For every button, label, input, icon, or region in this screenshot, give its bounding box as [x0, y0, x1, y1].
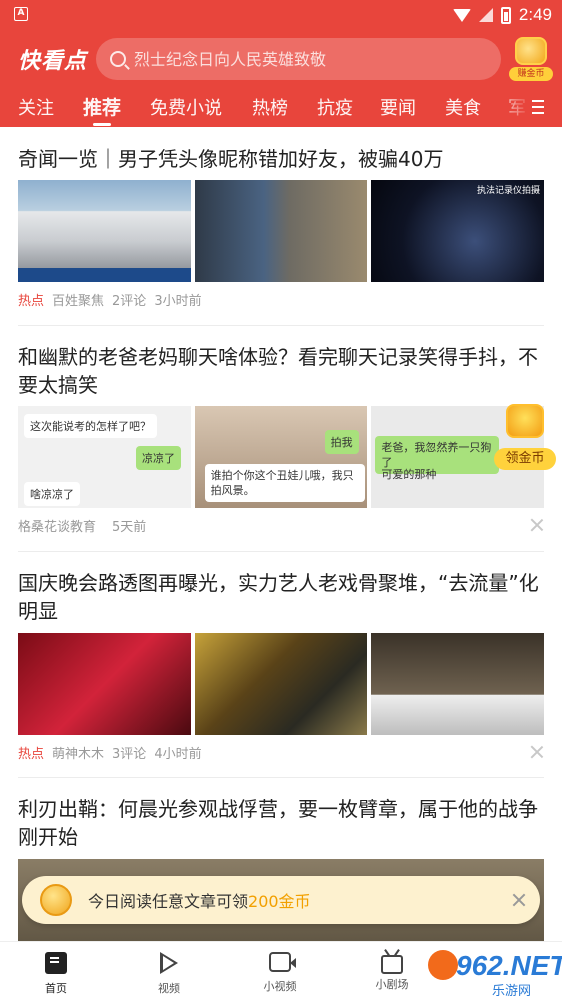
- chat-bubble: 拍我: [324, 430, 359, 454]
- publish-time: 5天前: [112, 519, 147, 535]
- floating-reward-label: 领金币: [494, 448, 556, 470]
- comment-count: 3评论: [112, 746, 147, 762]
- hot-tag: 热点: [18, 293, 45, 309]
- thumbnail-image: [18, 633, 191, 735]
- article-source: 格桑花谈教育: [18, 519, 97, 535]
- tab-news[interactable]: 要闻: [380, 94, 416, 120]
- watermark-text: 962.NET: [456, 950, 562, 981]
- home-icon: [45, 952, 67, 974]
- thumbnail-image: 拍我 谁拍个你这个丑娃儿哦，我只拍风景。: [194, 406, 368, 508]
- coin-chest-icon: [515, 37, 547, 65]
- tab-follow[interactable]: 关注: [18, 94, 54, 120]
- article-card[interactable]: 国庆晚会路透图再曝光，实力艺人老戏骨聚堆，“去流量”化明显 热点 萌神木木 3评…: [18, 569, 545, 762]
- thumbnail-image: [18, 180, 191, 282]
- channel-tabs: 关注 推荐 免费小说 热榜 抗疫 要闻 美食 军: [0, 90, 562, 127]
- thumbnail-image: [194, 633, 368, 735]
- tabs-fade: [496, 90, 532, 127]
- thumbnail-caption: 执法记录仪拍摄: [477, 186, 541, 196]
- article-thumbnails: 执法记录仪拍摄: [18, 180, 545, 282]
- chat-bubble: 可爱的那种: [381, 468, 437, 481]
- menu-icon[interactable]: [532, 99, 548, 115]
- article-card[interactable]: 和幽默的老爸老妈聊天啥体验？看完聊天记录笑得手抖，不要太搞笑 这次能说考的怎样了…: [18, 343, 545, 535]
- status-bar: A 2:49: [0, 0, 562, 30]
- article-thumbnails: 这次能说考的怎样了吧？ 凉凉了 啥凉凉了 拍我 谁拍个你这个丑娃儿哦，我只拍风景…: [18, 406, 545, 508]
- article-card[interactable]: 利刃出鞘：何晨光参观战俘营，要一枚臂章，属于他的战争刚开始: [18, 795, 544, 1000]
- article-thumbnails: [18, 633, 545, 735]
- nav-video[interactable]: 视频: [134, 948, 204, 998]
- status-icons: 2:49: [452, 4, 552, 26]
- tab-hot-list[interactable]: 热榜: [252, 94, 288, 120]
- article-meta: 格桑花谈教育 5天前: [18, 516, 147, 535]
- toast-text: 今日阅读任意文章可领200金币: [88, 888, 311, 912]
- tab-recommend[interactable]: 推荐: [83, 93, 121, 120]
- thumbnail-image: 这次能说考的怎样了吧？ 凉凉了 啥凉凉了: [18, 406, 191, 508]
- tab-free-novels[interactable]: 免费小说: [150, 94, 222, 120]
- status-time: 2:49: [518, 5, 552, 24]
- nav-label: 小剧场: [375, 978, 409, 991]
- article-meta: 热点 萌神木木 3评论 4小时前: [18, 743, 202, 762]
- watermark-subtext: 乐游网: [492, 984, 532, 999]
- header: A 2:49 快看点 赚金币 关注 推荐 免费小说 热榜 抗疫 要闻 美食 军: [0, 0, 562, 127]
- app-screen: A 2:49 快看点 赚金币 关注 推荐 免费小说 热榜 抗疫 要闻 美食 军: [0, 0, 562, 1000]
- coin-icon: [40, 884, 72, 916]
- small-video-icon: [269, 952, 296, 972]
- comment-count: 2评论: [112, 293, 147, 309]
- nav-small-video[interactable]: 小视频: [245, 948, 315, 998]
- earn-coins-button[interactable]: 赚金币: [509, 37, 553, 81]
- chat-bubble: 这次能说考的怎样了吧？: [24, 414, 157, 438]
- divider: [18, 777, 544, 778]
- tab-food[interactable]: 美食: [445, 94, 481, 120]
- article-title[interactable]: 利刃出鞘：何晨光参观战俘营，要一枚臂章，属于他的战争刚开始: [18, 795, 544, 851]
- nav-label: 首页: [45, 982, 67, 995]
- gold-chest-icon: [506, 404, 544, 438]
- article-title[interactable]: 奇闻一览｜男子凭头像昵称错加好友，被骗40万: [18, 145, 544, 173]
- battery-icon: [500, 6, 511, 24]
- close-icon[interactable]: [512, 893, 526, 907]
- reading-reward-toast[interactable]: 今日阅读任意文章可领200金币: [22, 876, 540, 924]
- divider: [18, 325, 544, 326]
- site-watermark: 962.NET 乐游网: [420, 944, 562, 999]
- divider: [18, 551, 544, 552]
- thumbnail-image: [194, 180, 368, 282]
- floating-reward-button[interactable]: 领金币: [494, 404, 556, 472]
- article-card[interactable]: 奇闻一览｜男子凭头像昵称错加好友，被骗40万 执法记录仪拍摄 热点 百姓聚焦 2…: [18, 145, 545, 309]
- article-title[interactable]: 和幽默的老爸老妈聊天啥体验？看完聊天记录笑得手抖，不要太搞笑: [18, 343, 544, 399]
- toast-amount: 200金币: [248, 892, 311, 911]
- wifi-icon: [452, 8, 471, 22]
- search-bar[interactable]: [96, 38, 501, 80]
- publish-time: 4小时前: [154, 746, 202, 762]
- tv-icon: [381, 955, 403, 974]
- dismiss-icon[interactable]: [530, 745, 544, 759]
- chat-bubble: 谁拍个你这个丑娃儿哦，我只拍风景。: [204, 464, 365, 502]
- chat-bubble: 凉凉了: [136, 446, 181, 470]
- article-meta: 热点 百姓聚焦 2评论 3小时前: [18, 290, 202, 309]
- article-source: 百姓聚焦: [52, 293, 105, 309]
- toast-text-prefix: 今日阅读任意文章可领: [88, 892, 249, 911]
- nav-label: 视频: [158, 982, 180, 995]
- thumbnail-image: [371, 633, 545, 735]
- chat-bubble: 啥凉凉了: [24, 482, 80, 506]
- nav-label: 小视频: [263, 980, 297, 993]
- tab-anti-epidemic[interactable]: 抗疫: [317, 94, 353, 120]
- earn-coins-label: 赚金币: [509, 67, 553, 81]
- hot-tag: 热点: [18, 746, 45, 762]
- nav-mini-theater[interactable]: 小剧场: [357, 948, 427, 998]
- app-logo: 快看点: [18, 49, 88, 74]
- article-title[interactable]: 国庆晚会路透图再曝光，实力艺人老戏骨聚堆，“去流量”化明显: [18, 569, 544, 625]
- dismiss-icon[interactable]: [530, 518, 544, 532]
- app-notification-icon: A: [14, 7, 28, 21]
- publish-time: 3小时前: [154, 293, 202, 309]
- watermark-logo-icon: [428, 950, 458, 980]
- play-icon: [160, 952, 178, 974]
- signal-icon: [478, 8, 493, 22]
- search-input[interactable]: [134, 49, 474, 69]
- article-source: 萌神木木: [52, 746, 105, 762]
- search-icon: [110, 51, 126, 67]
- thumbnail-image: 执法记录仪拍摄: [371, 180, 545, 282]
- nav-home[interactable]: 首页: [21, 948, 91, 998]
- active-tab-indicator: [93, 123, 111, 126]
- play-icon-wrap: [160, 952, 178, 974]
